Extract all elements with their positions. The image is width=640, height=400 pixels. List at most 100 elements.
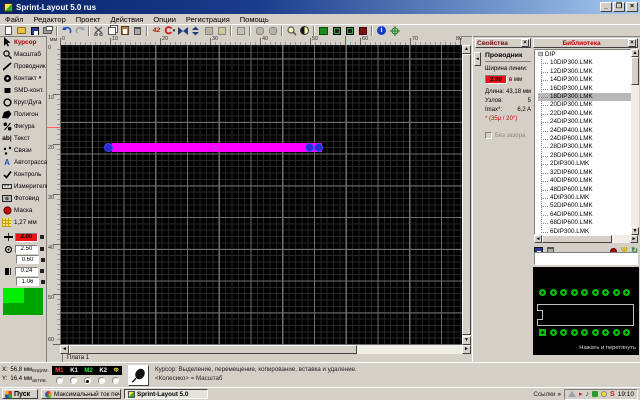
scroll-up-icon[interactable]: ▲ xyxy=(462,45,471,54)
tool-autoroute[interactable]: AАвтотрасса xyxy=(0,156,46,168)
tool-test[interactable]: Контроль xyxy=(0,168,46,180)
taskbar-task-sprint-layout[interactable]: Sprint-Layout 5.0 xyxy=(124,389,208,399)
scroll-down-icon[interactable]: ▼ xyxy=(631,227,639,235)
rotate-angle-icon[interactable]: 42 xyxy=(150,25,163,36)
zoom-icon[interactable] xyxy=(285,25,298,36)
undo-icon[interactable] xyxy=(60,25,73,36)
layer-k1-radio[interactable] xyxy=(70,377,77,384)
macro-name-field[interactable] xyxy=(534,252,638,265)
menu-edit[interactable]: Редактор xyxy=(28,15,70,24)
library-item[interactable]: 22DIP400.LMK xyxy=(538,110,637,118)
menu-help[interactable]: Помощь xyxy=(235,15,274,24)
tool-photoview[interactable]: Фотовид xyxy=(0,192,46,204)
library-item[interactable]: 40DIP600.LMK xyxy=(538,177,637,185)
pad-outer-input[interactable] xyxy=(15,245,38,254)
smd-height-unit-icon[interactable] xyxy=(41,280,45,284)
library-item[interactable]: 14DIP300.LMK xyxy=(538,76,637,84)
tool-mask[interactable]: Маска xyxy=(0,204,46,216)
width-input[interactable] xyxy=(485,75,507,84)
library-close-icon[interactable]: × xyxy=(628,39,636,47)
no-gap-checkbox[interactable] xyxy=(485,132,492,139)
scroll-up-icon[interactable]: ▲ xyxy=(631,49,639,57)
horizontal-scroll-thumb[interactable] xyxy=(69,345,357,354)
trace-node[interactable] xyxy=(314,143,323,152)
macro-red-icon[interactable] xyxy=(356,25,369,36)
pad-dropdown-icon[interactable]: ▾ xyxy=(39,76,42,80)
library-item[interactable]: 20DIP300.LMK xyxy=(538,101,637,109)
info-icon[interactable]: i xyxy=(375,25,388,36)
library-item[interactable]: 28DIP300.LMK xyxy=(538,143,637,151)
panel-collapse-icon[interactable]: ◄ xyxy=(474,52,481,66)
photoview-icon[interactable] xyxy=(317,25,330,36)
print-icon[interactable] xyxy=(41,25,54,36)
smd-height-input[interactable] xyxy=(16,277,39,286)
smd-width-unit-icon[interactable] xyxy=(40,269,44,273)
tray-icon-1[interactable] xyxy=(568,391,576,397)
minimize-button[interactable]: _ xyxy=(600,2,612,12)
track-width-unit-icon[interactable] xyxy=(40,235,44,239)
trace-node[interactable] xyxy=(305,143,314,152)
library-item[interactable]: 16DIP300.LMK xyxy=(538,85,637,93)
library-item[interactable]: 48DIP600.LMK xyxy=(538,186,637,194)
links-chevron-icon[interactable]: » xyxy=(558,391,562,398)
layer-f-radio[interactable] xyxy=(112,377,119,384)
links-toolbar[interactable]: Ссылки» xyxy=(533,391,561,398)
tool-cursor[interactable]: Курсор xyxy=(0,36,46,48)
menu-options[interactable]: Опции xyxy=(148,15,181,24)
library-item[interactable]: 24DIP300.LMK xyxy=(538,118,637,126)
canvas-vertical-scrollbar[interactable]: ▲ ▼ xyxy=(462,45,471,345)
canvas-horizontal-scrollbar[interactable]: ◄ ► xyxy=(60,345,471,354)
scroll-left-icon[interactable]: ◄ xyxy=(534,235,542,243)
scroll-down-icon[interactable]: ▼ xyxy=(462,336,471,345)
library-item[interactable]: 24DIP400.LMK xyxy=(538,127,637,135)
library-item[interactable]: 52DIP600.LMK xyxy=(538,202,637,210)
layer-m2-toggle[interactable]: М2 xyxy=(84,368,92,374)
layer-k2-radio[interactable] xyxy=(98,377,105,384)
library-item[interactable]: 64DIP600.LMK xyxy=(538,211,637,219)
tool-ratsnest[interactable]: Связи xyxy=(0,144,46,156)
link-icon[interactable] xyxy=(253,25,266,36)
layer-f-toggle[interactable]: Ф xyxy=(114,368,119,374)
layer-visibility-bar[interactable]: М1 K1 М2 K2 Ф xyxy=(52,366,122,375)
library-item[interactable]: 4DIP300.LMK xyxy=(538,194,637,202)
scroll-left-icon[interactable]: ◄ xyxy=(60,345,69,354)
track-width-input[interactable] xyxy=(15,233,38,242)
tray-pointer-icon[interactable]: ▸ xyxy=(579,391,583,398)
tray-icon-3[interactable]: S xyxy=(610,391,615,398)
scroll-right-icon[interactable]: ► xyxy=(630,235,638,243)
vertical-scroll-thumb[interactable] xyxy=(462,54,471,335)
library-horizontal-scrollbar[interactable]: ◄ ► xyxy=(534,235,638,243)
close-button[interactable]: × xyxy=(626,2,638,12)
library-item[interactable]: 68DIP600.LMK xyxy=(538,219,637,227)
cut-icon[interactable] xyxy=(92,25,105,36)
tool-shape[interactable]: Фигура xyxy=(0,120,46,132)
properties-close-icon[interactable]: × xyxy=(521,39,529,47)
copy-icon[interactable] xyxy=(105,25,118,36)
ungroup-icon[interactable] xyxy=(215,25,228,36)
mirror-vertical-icon[interactable] xyxy=(189,25,202,36)
menu-project[interactable]: Проект xyxy=(71,15,106,24)
tree-node-dip[interactable]: ⊟ DIP xyxy=(538,51,637,59)
library-item[interactable]: 12DIP300.LMK xyxy=(538,68,637,76)
library-item[interactable]: 2DIP300.LMK xyxy=(538,160,637,168)
trace-node[interactable] xyxy=(104,143,113,152)
tray-icon-2[interactable] xyxy=(592,391,598,397)
library-item[interactable]: 10DIP300.LMK xyxy=(538,59,637,67)
open-icon[interactable] xyxy=(15,25,28,36)
layer-m2-radio[interactable] xyxy=(84,377,91,384)
tool-text[interactable]: ab|Текст xyxy=(0,132,46,144)
delete-icon[interactable] xyxy=(131,25,144,36)
library-item[interactable]: 24DIP600.LMK xyxy=(538,135,637,143)
library-item[interactable]: 6DIP300.LMK xyxy=(538,228,637,235)
library-item[interactable]: 28DIP600.LMK xyxy=(538,152,637,160)
start-button[interactable]: Пуск xyxy=(2,389,38,399)
pcb-canvas[interactable] xyxy=(60,45,462,345)
menu-file[interactable]: Файл xyxy=(0,15,28,24)
menu-actions[interactable]: Действия xyxy=(105,15,148,24)
tray-lamp-icon[interactable] xyxy=(601,391,607,397)
layer-k1-toggle[interactable]: K1 xyxy=(70,368,78,374)
tool-pad[interactable]: Контакт▾ xyxy=(0,72,46,84)
library-scroll-thumb[interactable] xyxy=(631,57,639,85)
footprint-preview[interactable]: Нажать и перетянуть xyxy=(533,267,639,355)
trace-midpoint-handle[interactable] xyxy=(212,145,217,150)
